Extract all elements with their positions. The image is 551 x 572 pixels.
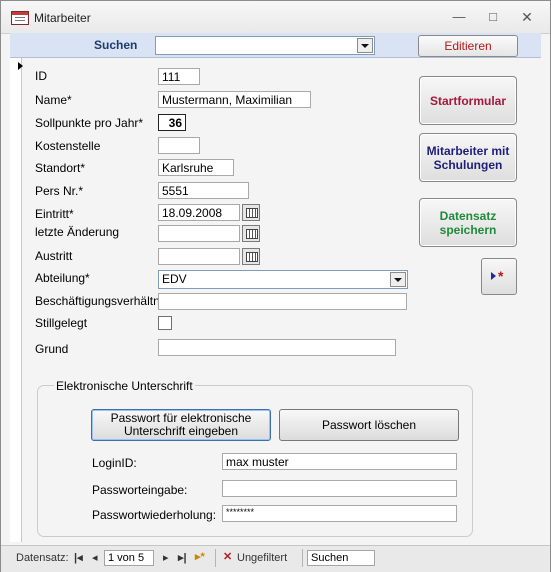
close-button[interactable]: ✕ [518, 10, 536, 24]
kostenstelle-field[interactable] [158, 137, 200, 154]
abteilung-combobox[interactable]: EDV [158, 270, 408, 289]
loginid-label: LoginID: [92, 456, 137, 470]
beschaeftigung-field[interactable] [158, 293, 407, 310]
letzte-aenderung-label: letzte Änderung [35, 225, 120, 239]
minimize-button[interactable]: — [450, 10, 468, 24]
maximize-button[interactable]: □ [484, 10, 502, 24]
persnr-field[interactable]: 5551 [158, 182, 249, 199]
search-combobox[interactable] [155, 36, 375, 55]
mitarbeiter-schulungen-button[interactable]: Mitarbeiter mit Schulungen [419, 133, 517, 182]
beschaeftigung-label: Beschäftigungsverhältnis [35, 294, 169, 308]
filter-icon[interactable]: ✕ [223, 550, 232, 563]
last-record-icon[interactable]: ▸| [178, 551, 187, 564]
standort-field[interactable]: Karlsruhe [158, 159, 234, 176]
loginid-field[interactable]: max muster [222, 453, 457, 470]
austritt-field[interactable] [158, 248, 240, 265]
title-bar: Mitarbeiter — □ ✕ [1, 1, 550, 34]
name-field[interactable]: Mustermann, Maximilian [158, 91, 311, 108]
window-title: Mitarbeiter [34, 11, 91, 25]
delete-password-button[interactable]: Passwort löschen [279, 409, 459, 441]
record-selector[interactable] [10, 58, 22, 542]
current-record-icon [18, 62, 23, 70]
separator [302, 549, 303, 567]
password-field[interactable] [222, 480, 457, 497]
sollpunkte-field[interactable]: 36 [158, 114, 186, 131]
record-position-field[interactable]: 1 von 5 [104, 550, 154, 566]
form-icon [11, 11, 29, 25]
new-record-button[interactable]: * [481, 258, 517, 295]
record-label: Datensatz: [16, 552, 69, 564]
enter-signature-password-label: Passwort für elektronische Unterschrift … [110, 411, 252, 438]
first-record-icon[interactable]: |◂ [74, 551, 83, 564]
letzte-aenderung-calendar-icon[interactable] [242, 225, 260, 242]
filter-status[interactable]: Ungefiltert [237, 552, 287, 564]
new-record-icon [491, 272, 496, 280]
datensatz-speichern-button[interactable]: Datensatz speichern [419, 198, 517, 247]
previous-record-icon[interactable]: ◂ [92, 551, 98, 564]
password-label: Passworteingabe: [92, 483, 188, 497]
record-navigation-bar: Datensatz: |◂ ◂ 1 von 5 ▸ ▸| ▸* ✕ Ungefi… [1, 545, 550, 572]
datensatz-speichern-button-label: Datensatz speichern [439, 208, 497, 237]
persnr-label: Pers Nr.* [35, 184, 84, 198]
id-field[interactable]: 111 [158, 68, 200, 85]
abteilung-label: Abteilung* [35, 271, 90, 285]
austritt-label: Austritt [35, 249, 73, 263]
kostenstelle-label: Kostenstelle [35, 139, 101, 153]
delete-password-label: Passwort löschen [321, 417, 417, 432]
password-repeat-label: Passwortwiederholung: [92, 508, 217, 522]
grund-label: Grund [35, 342, 69, 356]
stillgelegt-checkbox[interactable] [158, 316, 172, 330]
stillgelegt-label: Stillgelegt [35, 316, 88, 330]
search-label: Suchen [94, 38, 138, 52]
signature-group-title: Elektronische Unterschrift [54, 379, 195, 393]
eintritt-field[interactable]: 18.09.2008 [158, 204, 240, 221]
nav-search-field[interactable]: Suchen [307, 550, 375, 566]
eintritt-calendar-icon[interactable] [242, 204, 260, 221]
abteilung-value: EDV [162, 272, 187, 286]
dropdown-arrow-icon[interactable] [390, 272, 406, 287]
startformular-button-label: Startformular [429, 93, 506, 108]
enter-signature-password-button[interactable]: Passwort für elektronische Unterschrift … [91, 409, 271, 441]
mitarbeiter-schulungen-button-label: Mitarbeiter mit Schulungen [426, 143, 510, 172]
separator [215, 549, 216, 567]
new-record-nav-icon[interactable]: ▸* [195, 550, 205, 563]
main-window: Mitarbeiter — □ ✕ Suchen Editieren ID Na… [0, 0, 551, 572]
sollpunkte-label: Sollpunkte pro Jahr* [35, 116, 144, 130]
id-label: ID [35, 69, 47, 83]
standort-label: Standort* [35, 161, 86, 175]
name-label: Name* [35, 93, 72, 107]
edit-button[interactable]: Editieren [418, 35, 518, 57]
austritt-calendar-icon[interactable] [242, 248, 260, 265]
next-record-icon[interactable]: ▸ [163, 551, 169, 564]
form-header: Suchen Editieren [10, 33, 541, 58]
eintritt-label: Eintritt* [35, 207, 74, 221]
dropdown-arrow-icon[interactable] [357, 38, 373, 53]
asterisk-icon: * [498, 268, 504, 284]
startformular-button[interactable]: Startformular [419, 76, 517, 125]
letzte-aenderung-field[interactable] [158, 225, 240, 242]
password-repeat-field[interactable]: ******** [222, 505, 457, 522]
grund-field[interactable] [158, 339, 396, 356]
